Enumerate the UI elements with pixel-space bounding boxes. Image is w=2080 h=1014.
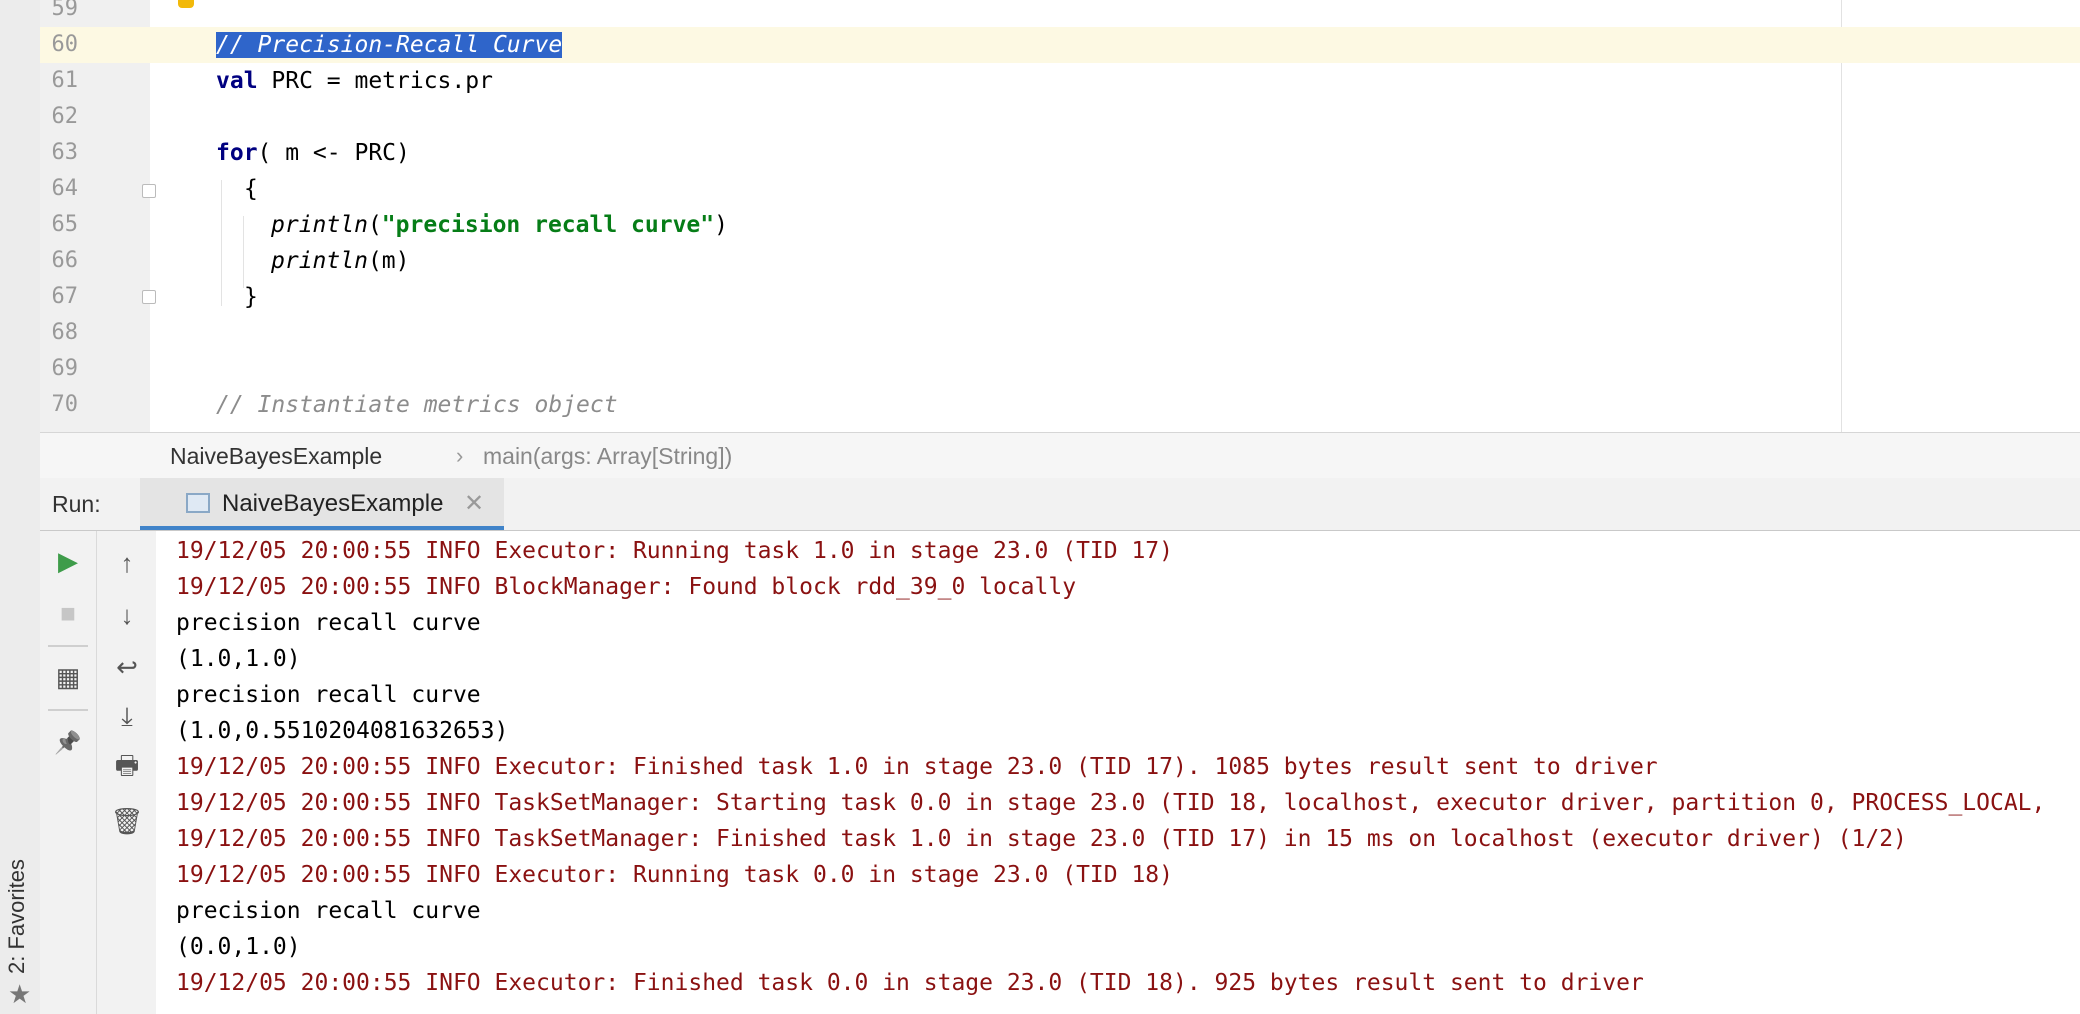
breadcrumb-class[interactable]: NaiveBayesExample <box>170 433 382 479</box>
print-icon[interactable]: 🖶 <box>97 747 157 791</box>
breadcrumb: NaiveBayesExample › main(args: Array[Str… <box>40 432 2080 480</box>
console-line: precision recall curve <box>176 898 481 924</box>
intention-bulb-icon[interactable] <box>178 0 194 8</box>
code-line: 62 <box>40 99 2080 135</box>
console-line: (0.0,1.0) <box>176 934 301 960</box>
code-line: 59 <box>40 0 2080 27</box>
console-line: precision recall curve <box>176 610 481 636</box>
run-tab-label: NaiveBayesExample <box>222 490 444 517</box>
star-icon: ★ <box>8 979 32 1009</box>
arrow-down-icon[interactable]: ↓ <box>97 593 157 637</box>
line-number: 64 <box>51 176 79 201</box>
run-tool-window-header: Run: NaiveBayesExample ✕ <box>40 478 2080 531</box>
run-tab-naivebayesexample[interactable]: NaiveBayesExample ✕ <box>140 478 504 530</box>
line-number: 60 <box>51 32 79 57</box>
arrow-up-icon[interactable]: ↑ <box>97 541 157 585</box>
code-line: 69 <box>40 351 2080 387</box>
code-line: 70 // Instantiate metrics object <box>40 387 2080 423</box>
console-line: 19/12/05 20:00:55 INFO Executor: Running… <box>176 538 1173 564</box>
console-line: 19/12/05 20:00:55 INFO BlockManager: Fou… <box>176 574 1077 600</box>
run-toolbar-secondary: ↑ ↓ ↩ ⤓ 🖶 🗑 <box>96 531 157 1014</box>
console-output[interactable]: 19/12/05 20:00:55 INFO Executor: Running… <box>156 531 2080 1014</box>
console-line: (1.0,1.0) <box>176 646 301 672</box>
code-line: 63 for( m <- PRC) <box>40 135 2080 171</box>
console-icon <box>186 493 210 513</box>
line-number: 68 <box>51 320 79 345</box>
console-line: 19/12/05 20:00:55 INFO TaskSetManager: F… <box>176 826 1907 852</box>
rerun-icon[interactable]: ▶ <box>40 539 96 583</box>
selected-comment[interactable]: // Precision-Recall Curve <box>216 32 563 58</box>
pin-icon[interactable]: 📌 <box>40 721 96 765</box>
favorites-tool-window-button[interactable]: 2: Favorites <box>4 859 30 974</box>
line-number: 59 <box>51 0 79 21</box>
line-number: 69 <box>51 356 79 381</box>
favorites-strip: 2: Favorites ★ <box>0 0 41 1014</box>
line-number: 61 <box>51 68 79 93</box>
code-line: 67 } <box>40 279 2080 315</box>
code-line: 68 <box>40 315 2080 351</box>
trash-icon[interactable]: 🗑 <box>97 799 157 843</box>
console-line: 19/12/05 20:00:55 INFO Executor: Finishe… <box>176 970 1644 996</box>
console-line: 19/12/05 20:00:55 INFO Executor: Running… <box>176 862 1173 888</box>
line-number: 62 <box>51 104 79 129</box>
scroll-to-end-icon[interactable]: ⤓ <box>97 695 157 739</box>
soft-wrap-icon[interactable]: ↩ <box>97 645 157 689</box>
console-line: 19/12/05 20:00:55 INFO TaskSetManager: S… <box>176 790 2046 816</box>
layout-icon[interactable]: ▦ <box>40 655 96 699</box>
breadcrumb-method[interactable]: main(args: Array[String]) <box>483 433 732 479</box>
console-line: precision recall curve <box>176 682 481 708</box>
run-label: Run: <box>52 491 101 517</box>
console-line: 19/12/05 20:00:55 INFO Executor: Finishe… <box>176 754 1658 780</box>
code-line: 66 println(m) <box>40 243 2080 279</box>
line-number: 67 <box>51 284 79 309</box>
code-editor[interactable]: 59 60 // Precision-Recall Curve 61 val P… <box>40 0 2080 432</box>
code-line: 61 val PRC = metrics.pr <box>40 63 2080 99</box>
fold-collapse-icon[interactable] <box>142 184 156 198</box>
line-number: 70 <box>51 392 79 417</box>
fold-expand-icon[interactable] <box>142 290 156 304</box>
chevron-right-icon: › <box>456 443 464 468</box>
run-toolbar-primary: ▶ ■ ▦ 📌 <box>40 531 96 1014</box>
line-number: 65 <box>51 212 79 237</box>
stop-icon[interactable]: ■ <box>40 591 96 635</box>
line-number: 66 <box>51 248 79 273</box>
code-line: 64 { <box>40 171 2080 207</box>
console-line: (1.0,0.5510204081632653) <box>176 718 509 744</box>
code-line-current: 60 // Precision-Recall Curve <box>40 27 2080 63</box>
code-line: 65 println("precision recall curve") <box>40 207 2080 243</box>
line-number: 63 <box>51 140 79 165</box>
close-icon[interactable]: ✕ <box>464 478 484 530</box>
